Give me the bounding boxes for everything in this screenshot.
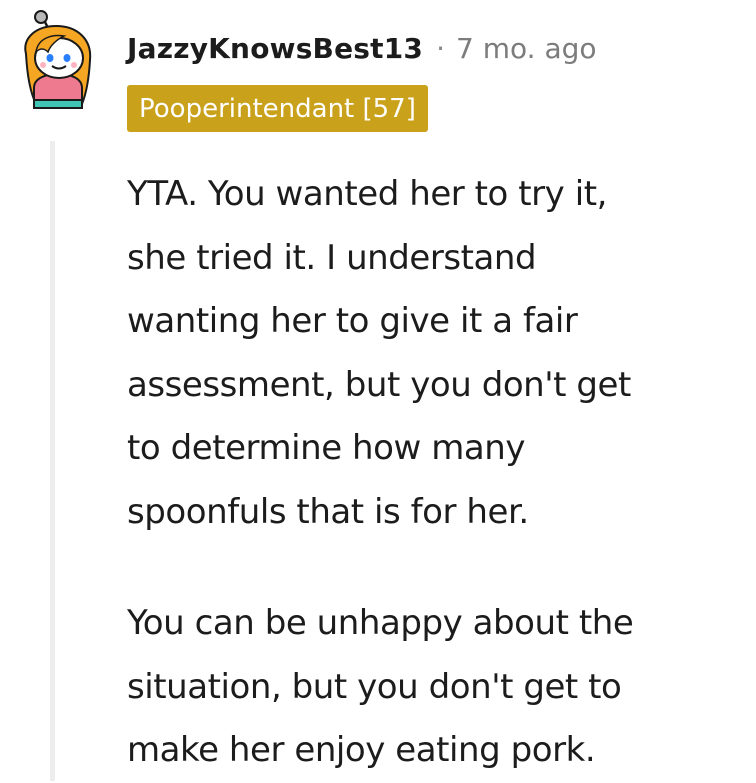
comment-text-line: YTA. You wanted her to try it, [127, 174, 607, 214]
comment-header: JazzyKnowsBest13 · 7 mo. ago [127, 28, 597, 68]
comment-text-line: she tried it. I understand [127, 237, 537, 278]
comment-text-line: You can be unhappy about the [127, 603, 634, 643]
user-avatar[interactable] [12, 8, 110, 112]
user-flair-text: Pooperintendant [57] [139, 93, 416, 124]
comment-body: YTA. You wanted her to try it, she tried… [127, 163, 747, 783]
user-flair-badge: Pooperintendant [57] [127, 85, 428, 132]
meta-separator: · [436, 31, 446, 65]
comment-text-line: situation, but you don't get to [127, 666, 622, 707]
comment-paragraph: You can be unhappy about the situation, … [127, 592, 747, 783]
comment-text-line: to determine how many [127, 428, 526, 468]
comment-text-line: assessment, but you don't get [127, 364, 631, 405]
username-link[interactable]: JazzyKnowsBest13 [127, 32, 423, 65]
comment-text-line: spoonfuls that is for her. [127, 491, 529, 532]
reddit-snoo-avatar-icon [24, 10, 92, 109]
thread-collapse-line[interactable] [50, 141, 55, 781]
comment: JazzyKnowsBest13 · 7 mo. ago Pooperinten… [0, 0, 756, 781]
timestamp-link[interactable]: 7 mo. ago [456, 32, 597, 65]
comment-text-line: wanting her to give it a fair [127, 301, 578, 341]
comment-text-line: make her enjoy eating pork. [127, 730, 596, 770]
comment-paragraph: YTA. You wanted her to try it, she tried… [127, 163, 747, 544]
